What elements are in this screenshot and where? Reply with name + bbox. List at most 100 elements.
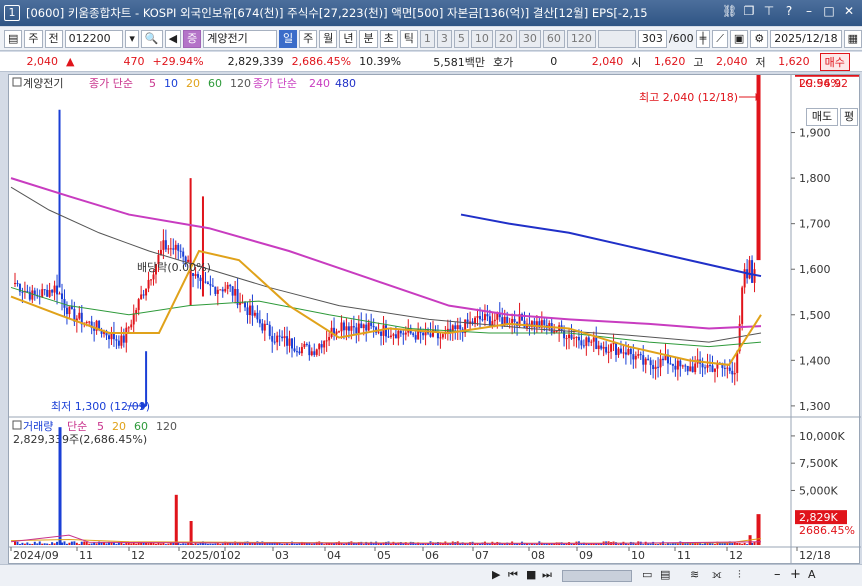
window-title: [0600] 키움종합차트 - KOSPI 외국인보유[674(천)] 주식수[… — [26, 6, 648, 20]
volume-bar — [51, 542, 54, 545]
candle-body — [293, 348, 296, 352]
type2-select[interactable]: 전 — [44, 29, 63, 48]
minute-30[interactable]: 30 — [518, 29, 541, 48]
volume-bar — [634, 543, 637, 545]
volume-bar — [362, 544, 365, 545]
search-icon[interactable]: 🔍 — [140, 29, 163, 48]
quote-price: 2,040 — [591, 55, 624, 68]
window-icon[interactable]: ▭ — [642, 568, 652, 581]
forward-icon[interactable]: ⏭ — [542, 568, 552, 582]
line-icon[interactable]: ⟋ — [712, 29, 728, 48]
calendar-icon[interactable]: ▦ — [843, 29, 862, 48]
period-day[interactable]: 일 — [278, 29, 298, 48]
minute-60[interactable]: 60 — [542, 29, 565, 48]
chart-type-icon[interactable]: ⫶ — [738, 568, 741, 582]
minute-1[interactable]: 1 — [419, 29, 435, 48]
maximize-icon[interactable]: □ — [822, 4, 836, 18]
ma20-line — [10, 249, 762, 366]
stock-name-field[interactable]: 계양전기 — [203, 29, 277, 48]
help-icon[interactable]: ? — [782, 4, 796, 18]
period-minute[interactable]: 분 — [359, 29, 378, 48]
candle-body — [48, 289, 51, 297]
candle-body — [597, 345, 600, 350]
volume-bar — [689, 543, 692, 545]
candle-body — [642, 355, 645, 365]
scroll-right-icon[interactable]: ▶ — [492, 568, 500, 581]
volume-bar — [753, 541, 756, 545]
period-year[interactable]: 년 — [339, 29, 358, 48]
type1-select[interactable]: 주 — [24, 29, 43, 48]
candle-body — [313, 351, 316, 355]
volume-bar — [293, 543, 296, 545]
save-icon[interactable]: ▣ — [729, 29, 749, 48]
zoom-slider[interactable] — [562, 570, 632, 582]
sound-icon[interactable]: ◀ — [164, 29, 182, 48]
candle-body — [563, 330, 566, 339]
minute-120[interactable]: 120 — [566, 29, 596, 48]
tool-icon[interactable]: ⟗ — [712, 568, 722, 582]
candle-body — [478, 316, 481, 320]
link-icon[interactable]: ⛓ — [722, 4, 737, 18]
price-axis-label: 1,500 — [799, 309, 831, 322]
candle-body — [402, 333, 405, 335]
volume-bar — [105, 543, 108, 545]
close-icon[interactable]: ✕ — [842, 4, 856, 18]
candle-body — [56, 285, 59, 295]
bar-count-input[interactable]: 303 — [637, 29, 667, 48]
candle-body — [214, 286, 217, 294]
volume-bar — [125, 543, 128, 545]
menu-icon[interactable]: ▤ — [4, 29, 23, 48]
candle-body — [291, 338, 294, 349]
volume-bar — [63, 541, 66, 545]
minute-20[interactable]: 20 — [494, 29, 517, 48]
period-second[interactable]: 초 — [379, 29, 398, 48]
stock-code-input[interactable]: 012200 — [64, 29, 124, 48]
candle-body — [273, 341, 276, 343]
minute-5[interactable]: 5 — [453, 29, 469, 48]
volume-bar — [28, 543, 31, 545]
indicator-icon[interactable]: ≋ — [690, 568, 699, 581]
zoom-in-icon[interactable]: + — [790, 567, 801, 582]
volume-bar — [26, 542, 29, 545]
pin-icon[interactable]: ⊤ — [762, 4, 776, 18]
period-tick[interactable]: 틱 — [399, 29, 418, 48]
custom-period-select[interactable] — [597, 29, 636, 48]
candle-body — [399, 330, 402, 334]
gear-icon[interactable]: ⚙ — [750, 29, 769, 48]
chart-area[interactable]: 1,900 1,800 1,700 1,600 1,500 1,400 1,300 10,00… — [8, 62, 861, 565]
stop-icon[interactable]: ■ — [526, 568, 536, 581]
candle-body — [107, 335, 110, 340]
volume-bar — [85, 541, 88, 545]
candle-body — [352, 326, 355, 328]
candle-icon[interactable]: ╪ — [695, 29, 711, 48]
fit-icon[interactable]: A — [808, 568, 816, 581]
volume-bar — [694, 543, 697, 545]
minute-10[interactable]: 10 — [470, 29, 493, 48]
candle-body — [162, 240, 165, 250]
date-input[interactable]: 2025/12/18 — [770, 29, 842, 48]
candle-body — [385, 325, 387, 337]
copy-icon[interactable]: ❐ — [742, 4, 756, 18]
zoom-out-icon[interactable]: – — [774, 567, 781, 582]
code-dropdown-icon[interactable]: ▾ — [125, 29, 139, 48]
minute-3[interactable]: 3 — [436, 29, 452, 48]
candle-body — [733, 372, 736, 375]
sell-button[interactable]: 매도 — [806, 108, 838, 126]
volume-bar — [33, 541, 36, 545]
candle-body — [251, 305, 254, 316]
rewind-icon[interactable]: ⏮ — [508, 568, 518, 582]
volume-bar — [713, 544, 716, 545]
period-month[interactable]: 월 — [319, 29, 338, 48]
candle-body — [389, 335, 392, 337]
candle-body — [310, 351, 313, 356]
layout-icon[interactable]: ▤ — [660, 568, 670, 581]
candle-body — [325, 340, 328, 342]
candle-body — [16, 283, 19, 285]
eval-button[interactable]: 평 — [840, 108, 858, 126]
candle-body — [256, 312, 259, 320]
period-week[interactable]: 주 — [299, 29, 318, 48]
candle-body — [360, 323, 363, 329]
minimize-icon[interactable]: – — [802, 4, 816, 18]
candle-body — [226, 284, 229, 289]
buy-button[interactable]: 매수 — [819, 52, 850, 71]
